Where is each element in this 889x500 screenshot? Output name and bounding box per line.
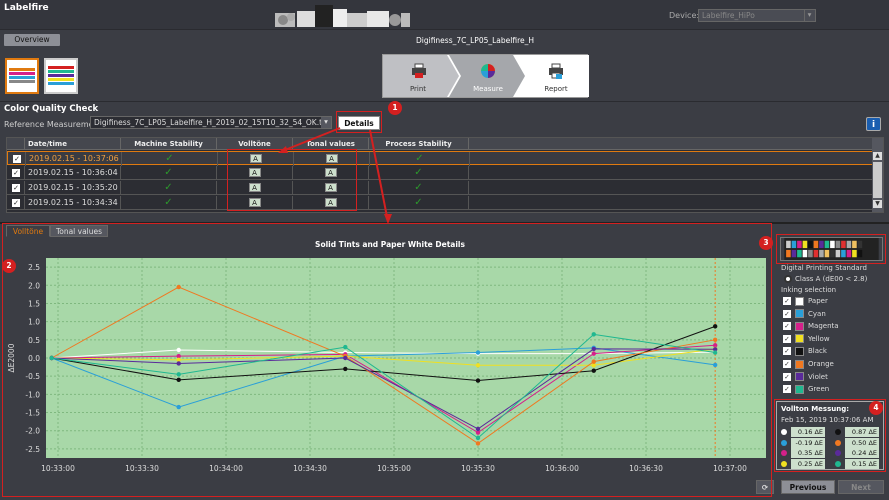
marker-4: 4 xyxy=(869,401,883,415)
annotation-arrows xyxy=(278,127,392,224)
marker-3: 3 xyxy=(759,236,773,250)
marker-1: 1 xyxy=(388,101,402,115)
marker-2: 2 xyxy=(2,259,16,273)
